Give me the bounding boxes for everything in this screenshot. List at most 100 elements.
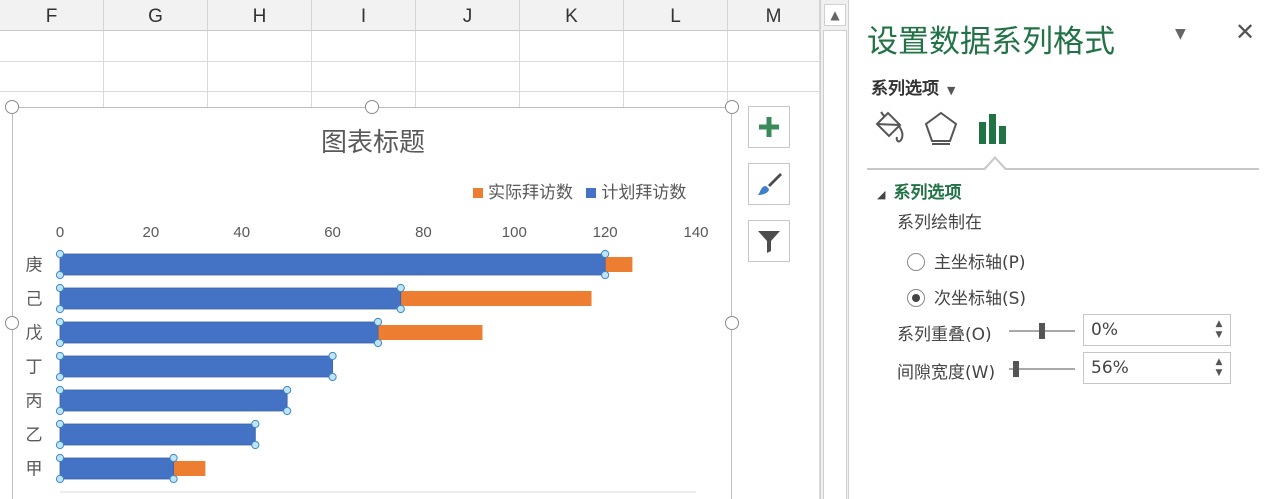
pane-title: 设置数据系列格式 [867, 24, 1115, 60]
column-headers: FGHIJKLM [0, 0, 820, 31]
gap-width-slider[interactable] [1009, 361, 1075, 377]
bar-selection-handle[interactable] [169, 474, 178, 484]
legend-item-actual[interactable]: 实际拜访数 [473, 178, 573, 203]
vertical-scrollbar[interactable]: ▲ [820, 0, 848, 499]
add-chart-element-button[interactable] [748, 106, 790, 148]
series-overlap-spinner[interactable]: ▲ ▼ [1212, 319, 1226, 341]
bar-selection-handle[interactable] [396, 304, 405, 314]
plus-icon [759, 117, 779, 137]
scroll-up-arrow-icon[interactable]: ▲ [824, 4, 846, 26]
gap-width-input[interactable]: 56% ▲ ▼ [1083, 352, 1231, 384]
chart-styles-button[interactable] [748, 163, 790, 205]
bar-selection-handle[interactable] [55, 351, 65, 361]
bar-selection-handle[interactable] [55, 317, 65, 327]
bar-selection-handle[interactable] [55, 270, 65, 280]
y-category-label: 乙 [26, 426, 43, 446]
chart-resize-handle-top[interactable] [365, 100, 379, 114]
x-tick-label: 100 [502, 224, 527, 241]
chart-plot[interactable]: 0 20 40 60 80 100 120 140 庚己戊丁丙乙甲 [13, 108, 733, 499]
bar-planned[interactable] [59, 253, 606, 276]
column-header-I[interactable]: I [312, 0, 416, 31]
bar-selection-handle[interactable] [251, 419, 260, 429]
close-icon[interactable]: ✕ [1235, 18, 1255, 46]
pane-tab-icons [869, 108, 1249, 152]
gap-width-label: 间隙宽度(W) [897, 363, 996, 383]
bar-planned[interactable] [59, 321, 379, 344]
series-overlap-slider-thumb[interactable] [1039, 323, 1045, 339]
bar-selection-handle[interactable] [55, 419, 65, 429]
series-options-section-header[interactable]: ◢ 系列选项 [877, 178, 961, 203]
y-category-label: 甲 [26, 460, 43, 480]
primary-axis-radio[interactable] [907, 253, 925, 271]
bar-planned[interactable] [59, 355, 333, 378]
gap-width-spinner[interactable]: ▲ ▼ [1212, 357, 1226, 379]
bar-selection-handle[interactable] [328, 351, 337, 361]
legend-label-planned: 计划拜访数 [601, 183, 687, 203]
bar-selection-handle[interactable] [55, 406, 65, 416]
bar-selection-handle[interactable] [328, 372, 337, 382]
bar-selection-handle[interactable] [55, 304, 65, 314]
pane-options-dropdown-icon[interactable]: ▼ [1175, 26, 1186, 42]
y-category-label: 庚 [26, 256, 43, 276]
x-tick-label: 140 [683, 224, 708, 241]
grid-line [0, 61, 820, 62]
y-category-label: 己 [26, 290, 43, 310]
column-header-J[interactable]: J [416, 0, 520, 31]
chart-resize-handle-top-right[interactable] [725, 100, 739, 114]
bar-selection-handle[interactable] [283, 406, 292, 416]
column-header-M[interactable]: M [728, 0, 820, 31]
plot-series-on-label: 系列绘制在 [897, 213, 982, 233]
chart-resize-handle-top-left[interactable] [5, 100, 19, 114]
scrollbar-track[interactable] [823, 30, 847, 499]
chart-title[interactable]: 图表标题 [13, 122, 733, 159]
legend-item-planned[interactable]: 计划拜访数 [586, 178, 686, 203]
bar-selection-handle[interactable] [601, 270, 610, 280]
format-data-series-pane: 设置数据系列格式 ▼ ✕ 系列选项 ▼ ◢ 系列选项 系列绘制在 主坐标轴(P) 次… [848, 0, 1269, 499]
brush-icon [758, 173, 782, 195]
bar-selection-handle[interactable] [373, 338, 383, 348]
series-options-menu-label: 系列选项 [871, 79, 939, 99]
bar-selection-handle[interactable] [283, 385, 292, 395]
chart-area[interactable]: 0 20 40 60 80 100 120 140 庚己戊丁丙乙甲 图表标题 实际拜访数 计划拜… [12, 107, 732, 499]
bar-selection-handle[interactable] [55, 385, 65, 395]
bar-planned[interactable] [59, 423, 256, 446]
bar-planned[interactable] [59, 287, 402, 310]
series-options-menu[interactable]: 系列选项 ▼ [871, 74, 955, 99]
effects-tab-pentagon-icon[interactable] [921, 108, 961, 148]
secondary-axis-option[interactable]: 次坐标轴(S) [907, 284, 1026, 309]
series-overlap-value: 0% [1091, 320, 1118, 340]
bar-selection-handle[interactable] [55, 440, 65, 450]
bar-selection-handle[interactable] [251, 440, 260, 450]
column-header-K[interactable]: K [520, 0, 624, 31]
chart-resize-handle-right[interactable] [725, 316, 739, 330]
primary-axis-option[interactable]: 主坐标轴(P) [907, 248, 1026, 273]
bar-planned[interactable] [59, 457, 174, 480]
x-tick-label: 20 [143, 224, 160, 241]
chart-legend[interactable]: 实际拜访数 计划拜访数 [465, 178, 686, 203]
series-options-tab-bar-chart-icon[interactable] [973, 108, 1013, 148]
gap-width-slider-thumb[interactable] [1013, 361, 1020, 377]
fill-line-tab-icon[interactable] [869, 108, 909, 148]
chart-filters-button[interactable] [748, 220, 790, 262]
x-tick-label: 0 [56, 224, 64, 241]
bar-selection-handle[interactable] [373, 317, 383, 327]
bar-selection-handle[interactable] [396, 283, 405, 293]
chart-resize-handle-left[interactable] [5, 316, 19, 330]
column-header-F[interactable]: F [0, 0, 104, 31]
column-header-H[interactable]: H [208, 0, 312, 31]
series-overlap-slider[interactable] [1009, 323, 1075, 339]
column-header-L[interactable]: L [624, 0, 728, 31]
bar-selection-handle[interactable] [601, 249, 610, 259]
bar-selection-handle[interactable] [55, 474, 65, 484]
bar-selection-handle[interactable] [55, 338, 65, 348]
bar-selection-handle[interactable] [55, 372, 65, 382]
bar-selection-handle[interactable] [55, 283, 65, 293]
bar-selection-handle[interactable] [55, 453, 65, 463]
bar-planned[interactable] [59, 389, 288, 412]
bar-selection-handle[interactable] [55, 249, 65, 259]
column-header-G[interactable]: G [104, 0, 208, 31]
bar-selection-handle[interactable] [169, 453, 178, 463]
primary-axis-label: 主坐标轴(P) [934, 253, 1026, 273]
series-overlap-input[interactable]: 0% ▲ ▼ [1083, 314, 1231, 346]
secondary-axis-radio[interactable] [907, 289, 925, 307]
